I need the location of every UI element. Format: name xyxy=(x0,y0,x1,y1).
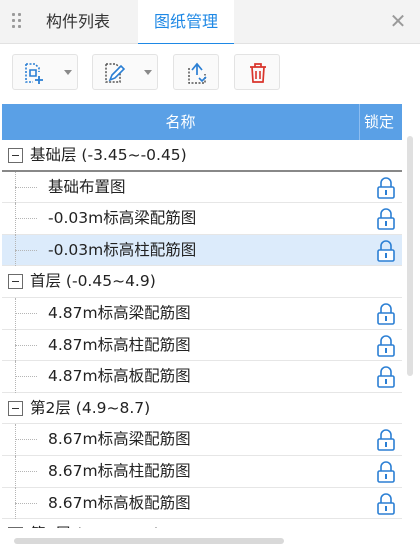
export-drawing-button[interactable] xyxy=(173,54,219,90)
add-drawing-icon xyxy=(25,63,43,84)
tree-item-row-selected[interactable]: -0.03m标高柱配筋图 xyxy=(2,234,402,267)
delete-icon xyxy=(250,63,266,83)
vertical-scrollbar[interactable] xyxy=(404,124,416,524)
tree-group-row[interactable]: 第2层 (4.9~8.7) xyxy=(2,393,402,425)
tree-group-row[interactable]: 首层 (-0.45~4.9) xyxy=(2,266,402,298)
tab-bar: 构件列表 图纸管理 ✕ xyxy=(0,0,420,45)
lock-icon[interactable] xyxy=(376,334,396,357)
drawing-tree: 基础层 (-3.45~-0.45) 基础布置图 -0.03m标高梁配筋图 -0.… xyxy=(2,140,402,528)
item-label: 8.67m标高柱配筋图 xyxy=(48,461,191,480)
item-label: 8.67m标高梁配筋图 xyxy=(48,430,191,449)
drag-handle-icon[interactable] xyxy=(12,13,22,31)
close-icon[interactable]: ✕ xyxy=(388,10,408,32)
group-label: 基础层 (-3.45~-0.45) xyxy=(30,146,187,164)
collapse-toggle-icon[interactable] xyxy=(8,274,23,290)
tree-item-row[interactable]: 4.87m标高板配筋图 xyxy=(2,361,402,393)
edit-drawing-button[interactable] xyxy=(92,54,158,90)
lock-icon[interactable] xyxy=(376,461,396,483)
tree-connector xyxy=(15,439,37,441)
add-drawing-button[interactable] xyxy=(12,54,78,90)
item-label: 8.67m标高板配筋图 xyxy=(48,493,191,512)
tree-header: 名称 锁定 xyxy=(2,104,402,140)
item-label: -0.03m标高柱配筋图 xyxy=(48,240,197,259)
tree-group-row[interactable]: 第3层 (8.7~12.5) xyxy=(2,519,402,528)
group-label: 第3层 (8.7~12.5) xyxy=(30,519,160,528)
tab-drawing-management[interactable]: 图纸管理 xyxy=(138,0,234,45)
item-label: 4.87m标高梁配筋图 xyxy=(48,303,191,322)
edit-drawing-icon xyxy=(105,63,126,83)
export-drawing-icon xyxy=(188,62,207,84)
group-label: 第2层 (4.9~8.7) xyxy=(30,398,151,417)
horizontal-scroll-thumb[interactable] xyxy=(14,538,284,544)
horizontal-scrollbar[interactable] xyxy=(0,530,420,552)
tree-item-row[interactable]: 4.87m标高柱配筋图 xyxy=(2,329,402,362)
tree-item-row[interactable]: 8.67m标高梁配筋图 xyxy=(2,424,402,456)
tree-item-row[interactable]: 基础布置图 xyxy=(2,171,402,204)
collapse-toggle-icon[interactable] xyxy=(8,527,23,528)
collapse-toggle-icon[interactable] xyxy=(8,148,23,163)
tree-connector xyxy=(15,502,37,504)
vertical-scroll-thumb[interactable] xyxy=(407,136,413,376)
tree-item-row[interactable]: 8.67m标高板配筋图 xyxy=(2,487,402,520)
tree-connector xyxy=(15,312,37,314)
column-header-lock[interactable]: 锁定 xyxy=(364,104,404,140)
tree-item-row[interactable]: 4.87m标高梁配筋图 xyxy=(2,297,402,330)
tree-group-row[interactable]: 基础层 (-3.45~-0.45) xyxy=(2,140,402,172)
lock-icon[interactable] xyxy=(376,208,396,230)
item-label: 4.87m标高柱配筋图 xyxy=(48,335,191,354)
lock-icon[interactable] xyxy=(376,492,396,515)
tree-connector xyxy=(15,470,37,472)
lock-icon[interactable] xyxy=(376,303,396,325)
lock-icon[interactable] xyxy=(376,240,396,262)
lock-icon[interactable] xyxy=(376,176,396,199)
lock-icon[interactable] xyxy=(376,429,396,452)
delete-button[interactable] xyxy=(234,54,280,90)
item-label: -0.03m标高梁配筋图 xyxy=(48,209,197,228)
tree-connector xyxy=(15,344,37,346)
tab-component-list[interactable]: 构件列表 xyxy=(34,0,122,44)
lock-icon[interactable] xyxy=(376,366,396,388)
tree-item-row[interactable]: -0.03m标高梁配筋图 xyxy=(2,203,402,235)
item-label: 基础布置图 xyxy=(48,177,126,196)
tree-connector xyxy=(15,218,37,220)
tree-connector xyxy=(15,376,37,378)
column-header-name[interactable]: 名称 xyxy=(2,104,360,140)
tree-connector xyxy=(15,249,37,251)
collapse-toggle-icon[interactable] xyxy=(8,400,23,416)
group-label: 首层 (-0.45~4.9) xyxy=(30,272,156,291)
item-label: 4.87m标高板配筋图 xyxy=(48,367,191,386)
toolbar xyxy=(0,44,420,102)
chevron-down-icon[interactable] xyxy=(64,70,72,75)
chevron-down-icon[interactable] xyxy=(144,70,152,75)
tree-item-row[interactable]: 8.67m标高柱配筋图 xyxy=(2,455,402,488)
tree-connector xyxy=(15,186,37,188)
